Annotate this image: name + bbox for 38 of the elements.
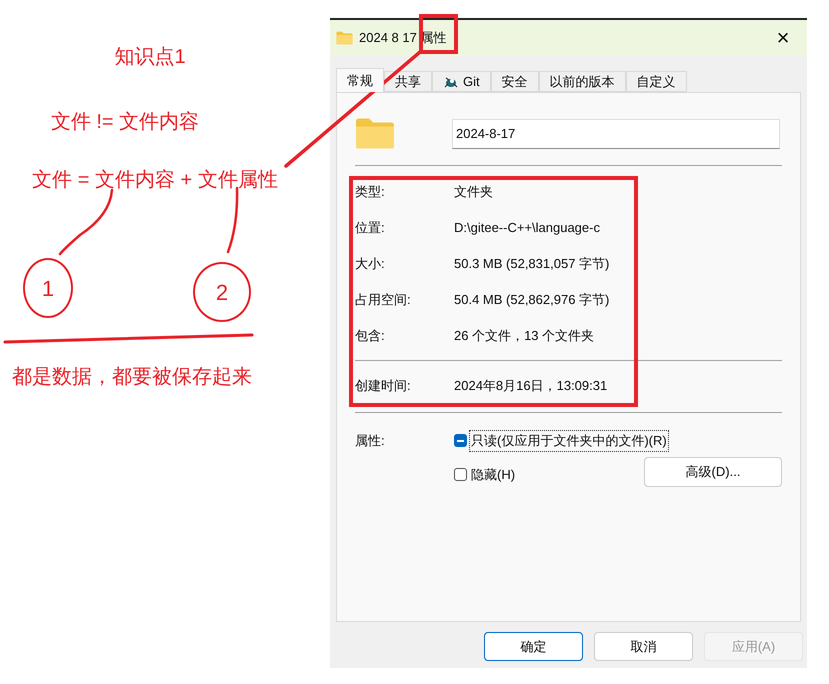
property-label: 创建时间: <box>355 377 412 396</box>
checkbox-label[interactable]: 只读(仅应用于文件夹中的文件)(R) <box>470 431 668 450</box>
circled-number: 1 <box>23 258 73 318</box>
window-title: 2024 8 17 属性 <box>359 29 446 48</box>
tab[interactable]: Git <box>432 71 491 92</box>
close-button[interactable]: × <box>765 23 801 53</box>
note-heading: 知识点1 <box>114 45 186 70</box>
note-text: 文件 = 文件内容 + 文件属性 <box>32 168 278 193</box>
note-text: 都是数据，都要被保存起来 <box>12 365 252 390</box>
property-value: D:\gitee--C++\language-c <box>454 219 600 238</box>
folder-icon <box>355 117 395 150</box>
property-value: 50.4 MB (52,862,976 字节) <box>454 291 610 310</box>
tab[interactable]: 常规 <box>336 68 384 92</box>
name-field[interactable]: 2024-8-17 <box>452 118 780 148</box>
circled-number: 2 <box>193 262 251 322</box>
dialog-button[interactable]: 确定 <box>484 632 583 661</box>
dialog-button[interactable]: 取消 <box>594 632 693 661</box>
tab[interactable]: 自定义 <box>626 71 687 92</box>
tab[interactable]: 安全 <box>490 71 539 92</box>
checkbox[interactable] <box>454 468 467 481</box>
property-value: 50.3 MB (52,831,057 字节) <box>454 255 610 274</box>
property-label: 属性: <box>355 432 386 450</box>
property-value: 文件夹 <box>454 183 493 202</box>
property-label: 位置: <box>355 219 386 238</box>
property-label: 包含: <box>355 327 386 346</box>
property-label: 类型: <box>355 183 386 202</box>
tab[interactable]: 共享 <box>384 71 432 92</box>
property-value: 26 个文件，13 个文件夹 <box>454 327 594 346</box>
property-label: 大小: <box>355 255 386 274</box>
advanced-button[interactable]: 高级(D)... <box>644 456 782 486</box>
highlight-box <box>419 14 458 54</box>
tab[interactable]: 以前的版本 <box>538 71 626 92</box>
property-label: 占用空间: <box>355 291 412 310</box>
checkbox[interactable] <box>454 434 467 448</box>
property-value: 2024年8月16日，13:09:31 <box>454 377 608 396</box>
note-text: 文件 != 文件内容 <box>50 110 200 135</box>
checkbox-label[interactable]: 隐藏(H) <box>470 464 516 484</box>
folder-icon <box>336 31 353 45</box>
